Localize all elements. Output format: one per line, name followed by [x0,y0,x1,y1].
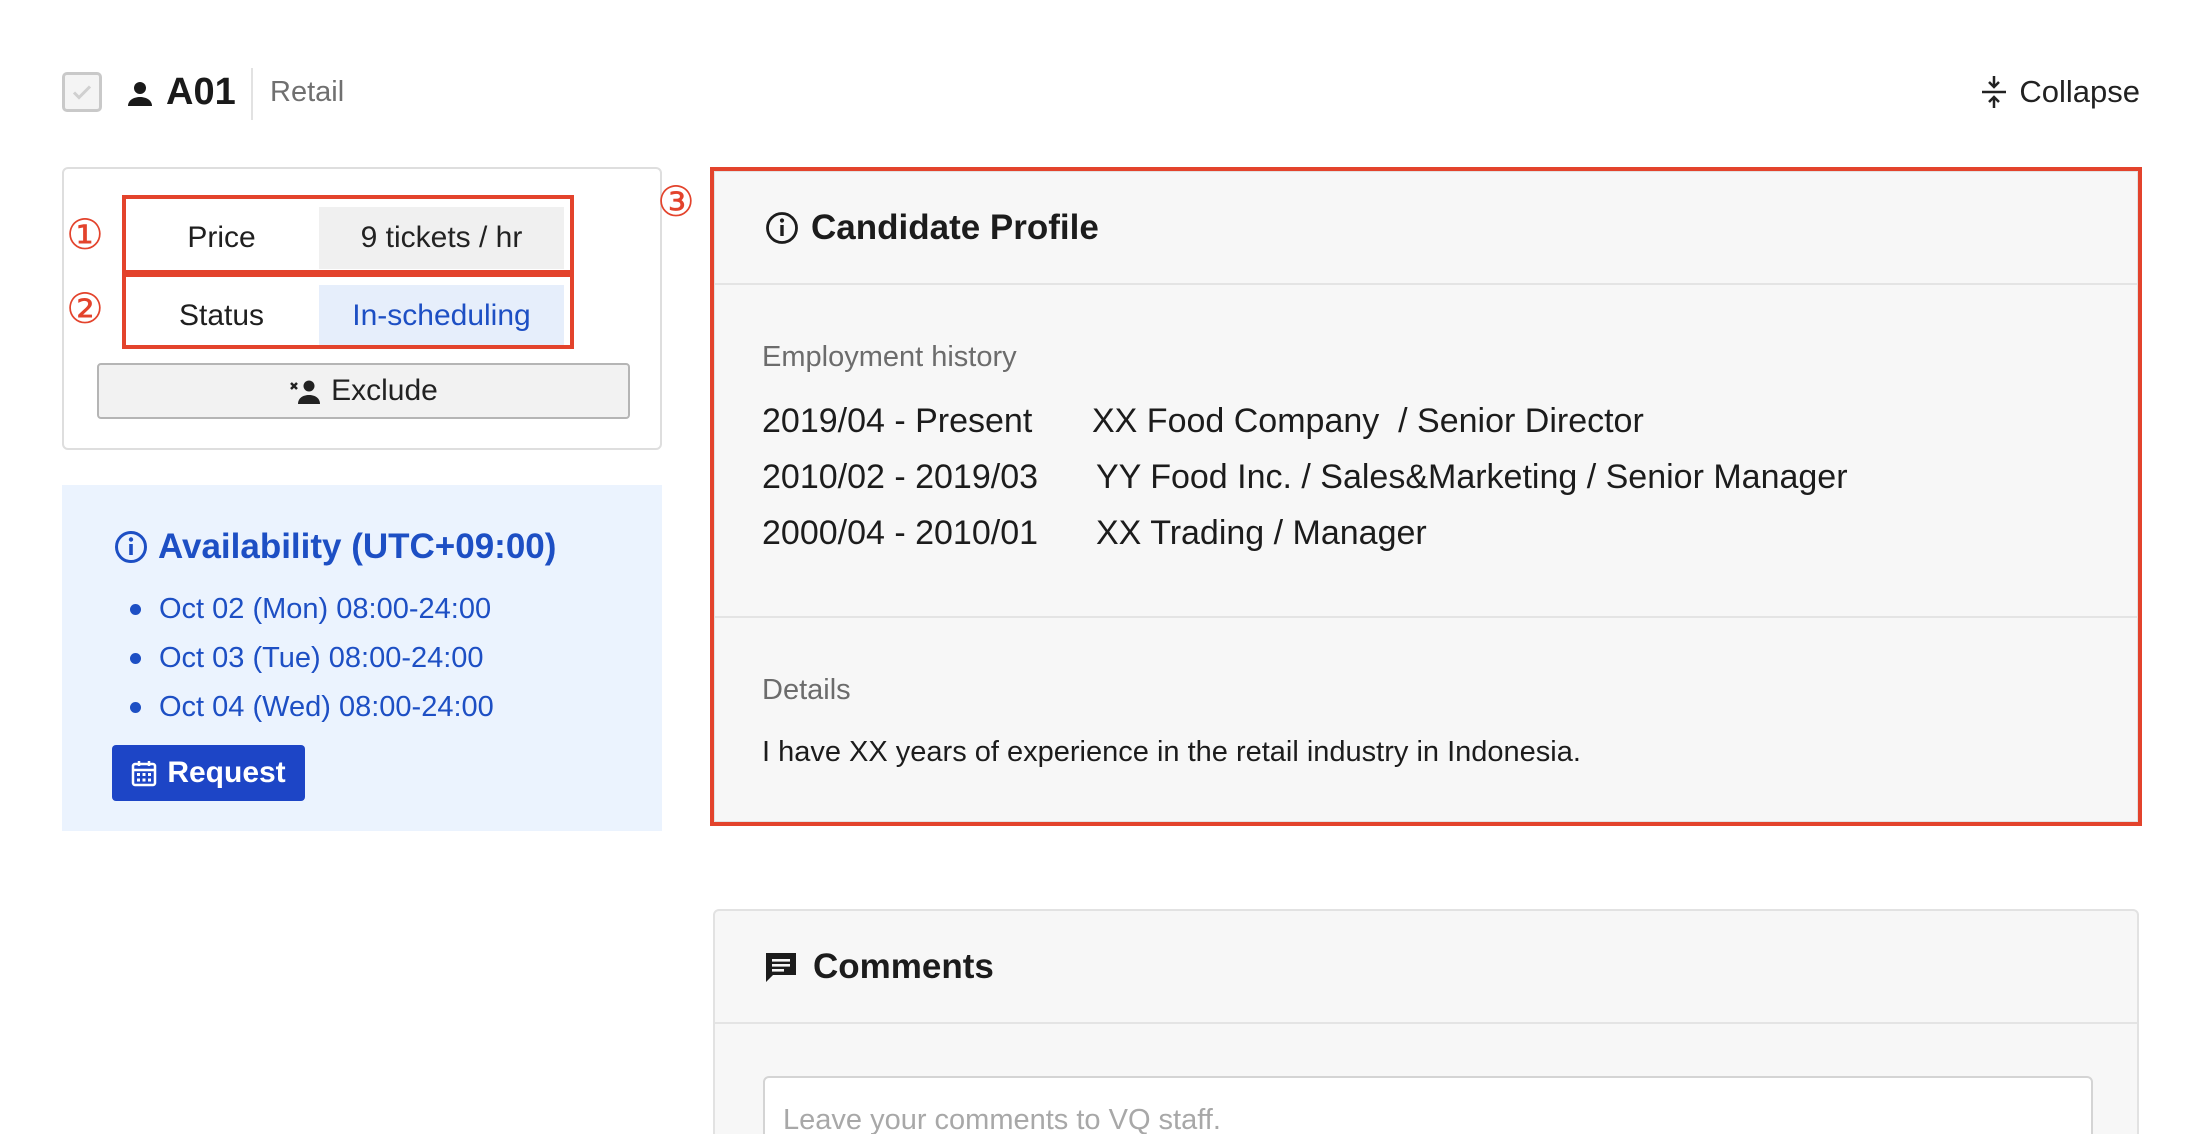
exclude-person-icon [290,380,321,404]
price-label: Price [187,221,256,254]
employment-row: 2000/04 - 2010/01 XX Trading / Manager [762,505,2137,561]
employment-section: Employment history 2019/04 - Present XX … [715,285,2137,618]
availability-title-text: Availability (UTC+09:00) [158,527,557,566]
comment-input[interactable] [763,1076,2093,1134]
employment-list: 2019/04 - Present XX Food Company / Seni… [762,393,2137,561]
availability-slot: Oct 03 (Tue) 08:00-24:00 [130,634,494,683]
candidate-header: A01 Retail Collapse [62,68,2140,120]
comment-icon [766,952,796,982]
collapse-button[interactable]: Collapse [1981,68,2140,116]
availability-list: Oct 02 (Mon) 08:00-24:00 Oct 03 (Tue) 08… [130,585,494,732]
candidate-id: A01 [166,71,236,113]
request-button[interactable]: Request [112,745,305,801]
comments-title: Comments [813,946,994,986]
candidate-profile-card: Candidate Profile Employment history 201… [713,170,2139,823]
employment-period: 2019/04 - Present [762,402,1033,440]
calendar-icon [132,761,157,787]
info-table: Price 9 tickets / hr Status In-schedulin… [124,199,572,355]
exclude-label: Exclude [331,374,438,407]
collapse-label: Collapse [2019,74,2140,109]
header-divider [251,68,253,120]
summary-card: Price 9 tickets / hr Status In-schedulin… [62,167,662,450]
profile-header: Candidate Profile [715,172,2137,285]
exclude-button[interactable]: Exclude [97,363,630,419]
availability-panel: Availability (UTC+09:00) Oct 02 (Mon) 08… [62,485,662,831]
annotation-marker-3: ③ [657,178,695,225]
price-row: Price 9 tickets / hr [124,199,572,277]
select-checkbox[interactable] [62,72,102,112]
availability-title: Availability (UTC+09:00) [114,525,556,569]
employment-description: XX Trading / Manager [1096,514,1427,552]
employment-row: 2019/04 - Present XX Food Company / Seni… [762,393,2137,449]
availability-slot: Oct 04 (Wed) 08:00-24:00 [130,683,494,732]
info-icon [766,211,798,244]
employment-period: 2000/04 - 2010/01 [762,514,1039,552]
profile-title: Candidate Profile [811,207,1099,247]
annotation-marker-1: ① [66,211,104,258]
employment-description: XX Food Company / Senior Director [1092,402,1644,440]
availability-slot: Oct 02 (Mon) 08:00-24:00 [130,585,494,634]
employment-label: Employment history [762,341,1017,373]
info-icon [115,531,147,563]
details-label: Details [762,674,851,706]
comments-header: Comments [715,911,2137,1024]
details-section: Details I have XX years of experience in… [715,618,2137,772]
industry-label: Retail [270,76,345,108]
employment-description: YY Food Inc. / Sales&Marketing / Senior … [1096,458,1848,496]
status-row: Status In-scheduling [124,277,572,355]
employment-period: 2010/02 - 2019/03 [762,458,1039,496]
status-label: Status [178,299,265,332]
status-value: In-scheduling [319,285,564,347]
details-text: I have XX years of experience in the ret… [762,736,1581,768]
employment-row: 2010/02 - 2019/03 YY Food Inc. / Sales&M… [762,449,2137,505]
annotation-marker-2: ② [66,285,104,332]
comments-card: Comments [713,909,2139,1134]
request-label: Request [167,756,286,789]
collapse-icon [1982,76,2007,108]
person-icon [128,82,152,106]
price-value: 9 tickets / hr [319,207,564,269]
check-icon [72,85,92,100]
